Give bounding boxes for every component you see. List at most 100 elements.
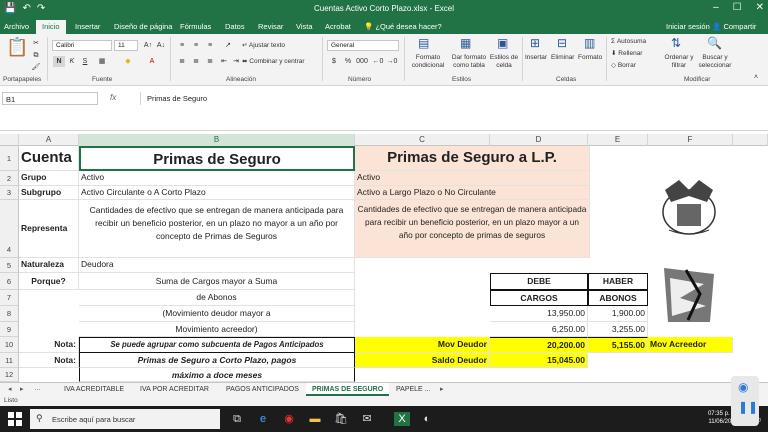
mail-icon[interactable]: ✉ <box>360 412 374 426</box>
column-header-e[interactable]: E <box>588 134 648 146</box>
prev-sheet-icon[interactable]: ◂ <box>8 385 12 393</box>
cell-b6[interactable]: Suma de Cargos mayor a Suma <box>79 273 355 290</box>
cell-e7[interactable]: ABONOS <box>588 290 648 306</box>
cell-e6[interactable]: HABER <box>588 273 648 290</box>
paste-icon[interactable]: 📋 <box>6 37 28 58</box>
grow-font-icon[interactable]: A↑ <box>142 40 154 51</box>
row-header[interactable]: 9 <box>0 322 19 337</box>
row-header[interactable]: 7 <box>0 290 19 306</box>
cut-icon[interactable]: ✂ <box>30 38 42 49</box>
cell-b2[interactable]: Activo <box>79 171 355 186</box>
cell-a5[interactable]: Naturaleza <box>19 258 79 273</box>
column-header-g[interactable] <box>733 134 768 146</box>
align-right-icon[interactable]: ≣ <box>204 56 216 67</box>
close-icon[interactable]: ✕ <box>756 2 764 13</box>
cell-b5[interactable]: Deudora <box>79 258 355 273</box>
select-all[interactable] <box>0 134 19 146</box>
comma-style-icon[interactable]: 000 <box>356 56 368 67</box>
merge-center-button[interactable]: ⬌ Combinar y centrar <box>242 58 305 66</box>
find-select-button[interactable]: Buscar y seleccionar <box>696 54 734 70</box>
cell-c1[interactable]: Primas de Seguro a L.P. <box>355 146 590 171</box>
tell-me-box[interactable]: 💡 ¿Qué desea hacer? <box>364 22 442 31</box>
cell-styles-button[interactable]: Estilos de celda <box>489 54 519 70</box>
cell-a11[interactable]: Nota: <box>19 353 79 368</box>
name-box[interactable]: B1 <box>2 92 98 105</box>
fill-color-icon[interactable]: ◆ <box>122 56 134 67</box>
edge-icon[interactable]: e <box>256 412 270 426</box>
column-header-a[interactable]: A <box>19 134 79 146</box>
row-header[interactable]: 10 <box>0 337 19 353</box>
tab-inicio[interactable]: Inicio <box>36 20 66 34</box>
cell-b11[interactable]: Primas de Seguro a Corto Plazo, pagos <box>79 353 355 368</box>
font-size-select[interactable]: 11 <box>114 40 138 51</box>
maximize-icon[interactable]: ☐ <box>733 2 742 13</box>
format-table-icon[interactable]: ▦ <box>460 36 471 50</box>
cell-d7[interactable]: CARGOS <box>490 290 588 306</box>
cell-c4[interactable]: Cantidades de efectivo que se entregan d… <box>355 200 590 258</box>
cell-a4[interactable]: Representa <box>19 200 79 258</box>
format-cells-icon[interactable]: ▥ <box>584 36 595 50</box>
align-bottom-icon[interactable]: ≡ <box>204 40 216 51</box>
font-color-icon[interactable]: A <box>146 56 158 67</box>
format-button[interactable]: Formato <box>578 54 602 62</box>
align-top-icon[interactable]: ≡ <box>176 40 188 51</box>
cell-a2[interactable]: Grupo <box>19 171 79 186</box>
tab-archivo[interactable]: Archivo <box>4 22 29 31</box>
tab-formulas[interactable]: Fórmulas <box>180 22 211 31</box>
tab-insertar[interactable]: Insertar <box>75 22 100 31</box>
app-icon[interactable]: ◐ <box>420 412 434 426</box>
decrease-decimal-icon[interactable]: →0 <box>386 56 398 67</box>
cell-d9[interactable]: 6,250.00 <box>490 322 588 337</box>
conditional-format-button[interactable]: Formato condicional <box>406 54 450 70</box>
cell-d8[interactable]: 13,950.00 <box>490 306 588 322</box>
delete-cells-icon[interactable]: ⊟ <box>557 36 567 50</box>
format-painter-icon[interactable]: 🖌 <box>30 62 42 73</box>
cell-b12[interactable]: máximo a doce meses <box>79 368 355 382</box>
sort-filter-icon[interactable]: ⇅ <box>671 36 681 50</box>
row-header[interactable]: 11 <box>0 353 19 368</box>
cell-b1[interactable]: Primas de Seguro <box>79 146 355 171</box>
conditional-format-icon[interactable]: ▤ <box>418 36 429 50</box>
sheet-tab-active[interactable]: PRIMAS DE SEGURO <box>306 383 390 396</box>
more-sheets-icon[interactable]: … <box>34 385 41 392</box>
font-name-select[interactable]: Calibri <box>52 40 112 51</box>
borders-icon[interactable]: ▦ <box>96 56 108 67</box>
row-header[interactable]: 6 <box>0 273 19 290</box>
cell-styles-icon[interactable]: ▣ <box>497 36 508 50</box>
cell-c3[interactable]: Activo a Largo Plazo o No Circulante <box>355 186 590 200</box>
windows-start-icon[interactable] <box>8 412 22 426</box>
cell-c11[interactable]: Saldo Deudor <box>355 353 490 368</box>
increase-decimal-icon[interactable]: ←0 <box>372 56 384 67</box>
tab-vista[interactable]: Vista <box>296 22 313 31</box>
copy-icon[interactable]: ⧉ <box>30 50 42 61</box>
format-table-button[interactable]: Dar formato como tabla <box>448 54 490 70</box>
scroll-sheets-right-icon[interactable]: ▸ <box>440 385 444 393</box>
fill-button[interactable]: ⬇ Rellenar <box>611 50 642 58</box>
clear-button[interactable]: ◇ Borrar <box>611 62 636 70</box>
row-header[interactable]: 12 <box>0 368 19 382</box>
file-explorer-icon[interactable]: ▬ <box>308 412 322 426</box>
delete-button[interactable]: Eliminar <box>551 54 574 62</box>
row-header[interactable]: 8 <box>0 306 19 322</box>
shrink-font-icon[interactable]: A↓ <box>155 40 167 51</box>
sheet-tab[interactable]: IVA POR ACREDITAR <box>134 383 215 396</box>
cell-b10[interactable]: Se puede agrupar como subcuenta de Pagos… <box>79 337 355 353</box>
cell-a3[interactable]: Subgrupo <box>19 186 79 200</box>
tab-revisar[interactable]: Revisar <box>258 22 283 31</box>
align-center-icon[interactable]: ≣ <box>190 56 202 67</box>
store-icon[interactable]: 🛍 <box>334 412 348 426</box>
cell-b9[interactable]: Movimiento acreedor) <box>79 322 355 337</box>
cell-c2[interactable]: Activo <box>355 171 590 186</box>
decrease-indent-icon[interactable]: ⇤ <box>218 56 230 67</box>
cell-c10[interactable]: Mov Deudor <box>355 337 490 353</box>
collapse-ribbon-icon[interactable]: ˄ <box>750 72 762 83</box>
cell-d11[interactable]: 15,045.00 <box>490 353 588 368</box>
underline-button[interactable]: S <box>79 56 91 67</box>
next-sheet-icon[interactable]: ▸ <box>20 385 24 393</box>
currency-icon[interactable]: $ <box>328 56 340 67</box>
sheet-tab[interactable]: PAGOS ANTICIPADOS <box>220 383 305 396</box>
cell-a6[interactable]: Porque? <box>19 273 79 290</box>
align-left-icon[interactable]: ≣ <box>176 56 188 67</box>
tab-acrobat[interactable]: Acrobat <box>325 22 351 31</box>
pause-icon[interactable]: ❚❚ <box>738 400 758 414</box>
